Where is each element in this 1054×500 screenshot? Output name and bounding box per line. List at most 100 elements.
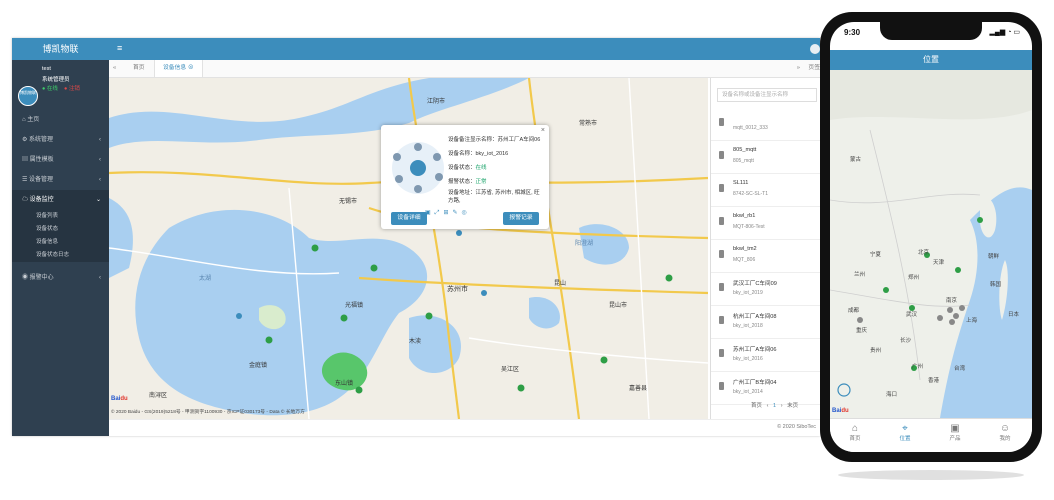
device-list-item[interactable]: bkwl_tm2 MQT_806 <box>711 240 820 273</box>
map-label-mudu: 木渎 <box>409 339 422 345</box>
tab-scroll-left-icon[interactable]: « <box>113 60 116 77</box>
pager-last[interactable]: 末页 <box>787 403 798 409</box>
device-icon <box>719 316 724 324</box>
device-code: bky_iot_2018 <box>733 323 763 329</box>
phone-map-label-shanghai: 上海 <box>966 318 978 324</box>
online-status: ● 在线 <box>42 86 58 92</box>
close-icon[interactable]: × <box>541 127 545 134</box>
map-label-taihu: 太湖 <box>199 276 212 282</box>
list-icon: ☰ <box>22 177 30 183</box>
device-name: 杭州工厂A车间08 <box>733 314 777 320</box>
phone-map-label-wuhan: 武汉 <box>906 312 918 318</box>
map-label-wuxi: 无锡市 <box>339 199 358 205</box>
sidebar-menu-alarm: ◉ 报警中心 ‹ <box>12 268 109 288</box>
baidu-logo-icon: Baidu <box>111 396 128 402</box>
device-icon <box>719 250 724 258</box>
pager-page[interactable]: 1 <box>773 403 776 409</box>
pagination: 首页 ‹ 1 › 末页 <box>751 401 798 409</box>
sidebar: 博凯物联 博凯物联 test 系统管理员 ● 在线 ● 注销 ⌂ 主页 ⚙ 系统… <box>12 38 109 436</box>
pager-first[interactable]: 首页 <box>751 403 762 409</box>
sidebar-item-system[interactable]: ⚙ 系统管理 ‹ <box>12 130 109 150</box>
device-list-item[interactable]: 805_mqtt 805_mqtt <box>711 141 820 174</box>
submenu-item-status-log[interactable]: 设备状态日志 <box>12 249 109 262</box>
map-label-wujiang: 吴江区 <box>501 367 520 373</box>
device-list-item[interactable]: 杭州工厂A车间08 bky_iot_2018 <box>711 306 820 339</box>
popup-toolbar-icons[interactable]: ▣⤢⊞✎◎ <box>425 209 489 217</box>
tab-home[interactable]: 首页 <box>133 60 145 77</box>
map-label-kunshan: 昆山市 <box>609 303 628 309</box>
phone-screen: 9:30 ▂▄▆ ◔ ▭ 位置 蒙古 北京 天津 朝鲜 韩国 郑州 南京 武汉 … <box>830 22 1032 452</box>
sidebar-item-alarm[interactable]: ◉ 报警中心 ‹ <box>12 268 109 288</box>
device-detail-button[interactable]: 设备详细 <box>391 212 427 225</box>
device-icon <box>719 118 724 126</box>
top-bar: ≡ <box>109 38 820 60</box>
sidebar-item-template[interactable]: ▤ 属性模板 ‹ <box>12 150 109 170</box>
popup-device-name: 设备名称：bky_iot_2016 <box>448 151 509 157</box>
device-list-item[interactable]: 苏州工厂A车间06 bky_iot_2016 <box>711 339 820 372</box>
sidebar-item-device-manage[interactable]: ☰ 设备管理 ‹ <box>12 170 109 190</box>
user-icon: ☺ <box>999 423 1011 434</box>
menu-toggle-icon[interactable]: ≡ <box>117 43 122 53</box>
tab-device-info[interactable]: 设备信息 ⊗ <box>154 60 203 77</box>
device-icon <box>719 217 724 225</box>
chevron-left-icon: ‹ <box>99 177 101 183</box>
phone-shadow <box>838 470 1024 480</box>
phone-map-label-chengdu: 成都 <box>848 308 860 314</box>
submenu-item-device-info[interactable]: 设备信息 <box>12 236 109 249</box>
device-name: bkwl_tm2 <box>733 246 757 252</box>
sidebar-item-monitor[interactable]: ☁ 设备监控 ⌄ <box>12 190 109 210</box>
phone-notch <box>880 22 982 40</box>
device-list-item[interactable]: bkwl_rb1 MQT-806-Test <box>711 207 820 240</box>
map-label-jinting: 金庭镇 <box>249 363 268 369</box>
device-code: 8742-SC-SL-T1 <box>733 191 769 197</box>
phone-map-label-ningxia: 宁夏 <box>870 252 882 258</box>
brand-title: 博凯物联 <box>12 38 109 60</box>
phone-map-label-lanzhou: 兰州 <box>854 272 866 278</box>
sidebar-item-home[interactable]: ⌂ 主页 <box>12 110 109 130</box>
device-code: MQT_806 <box>733 257 756 263</box>
submenu-item-device-status[interactable]: 设备状态 <box>12 223 109 236</box>
phone-map-label-mongolia: 蒙古 <box>850 157 862 163</box>
phone-nav-me[interactable]: ☺ 我的 <box>980 423 1030 442</box>
device-name: SL111 <box>733 180 749 186</box>
tab-scroll-right-icon[interactable]: » <box>797 60 800 77</box>
phone-map-label-japan: 日本 <box>1008 312 1020 318</box>
phone-map-canvas <box>830 70 1032 418</box>
device-list-item[interactable]: 武汉工厂C车间09 bky_iot_2019 <box>711 273 820 306</box>
box-icon: ▣ <box>950 423 960 434</box>
desktop-window: 博凯物联 博凯物联 test 系统管理员 ● 在线 ● 注销 ⌂ 主页 ⚙ 系统… <box>12 38 820 436</box>
device-icon <box>719 151 724 159</box>
alarm-record-button[interactable]: 报警记录 <box>503 212 539 225</box>
phone-map-label-tianjin: 天津 <box>933 260 945 266</box>
user-menu-icon[interactable] <box>810 44 820 54</box>
tab-menu[interactable]: 页签 <box>808 60 820 77</box>
phone-map-view[interactable]: 蒙古 北京 天津 朝鲜 韩国 郑州 南京 武汉 上海 成都 重庆 长沙 贵州 广… <box>830 70 1032 418</box>
phone-map-label-haikou: 海口 <box>886 392 898 398</box>
book-icon: ▤ <box>22 157 30 163</box>
phone-nav-location[interactable]: ⌖ 位置 <box>880 423 930 442</box>
chevron-left-icon: ‹ <box>99 137 101 143</box>
home-icon: ⌂ <box>851 423 859 434</box>
phone-map-label-nanjing: 南京 <box>946 298 958 304</box>
device-list-item[interactable]: mqtt_0012_333 <box>711 108 820 141</box>
device-code: bky_iot_2016 <box>733 356 763 362</box>
map-label-guangfu: 光福镇 <box>345 303 364 309</box>
submenu-item-device-list[interactable]: 设备列表 <box>12 210 109 223</box>
device-icon <box>719 382 724 390</box>
device-name: 广州工厂B车间04 <box>733 380 777 386</box>
device-code: bky_iot_2019 <box>733 290 763 296</box>
phone-nav-product[interactable]: ▣ 产品 <box>930 423 980 442</box>
pager-next[interactable]: › <box>781 403 783 409</box>
device-name: 武汉工厂C车间09 <box>733 281 777 287</box>
device-topology-image <box>392 142 444 194</box>
pager-prev[interactable]: ‹ <box>767 403 769 409</box>
map-copyright: © 2020 Baidu - GS(2019)5218号 - 甲测资字11009… <box>111 410 305 415</box>
device-search-input[interactable]: 设备名称或设备注显示名称 <box>717 88 817 102</box>
device-name: bkwl_rb1 <box>733 213 756 219</box>
map-label-nanxun: 南浔区 <box>149 393 168 399</box>
phone-nav-home[interactable]: ⌂ 首页 <box>830 423 880 442</box>
avatar: 博凯物联 <box>18 86 38 106</box>
logout-link[interactable]: ● 注销 <box>64 84 80 92</box>
close-icon[interactable]: ⊗ <box>188 65 194 71</box>
device-list-item[interactable]: SL111 8742-SC-SL-T1 <box>711 174 820 207</box>
